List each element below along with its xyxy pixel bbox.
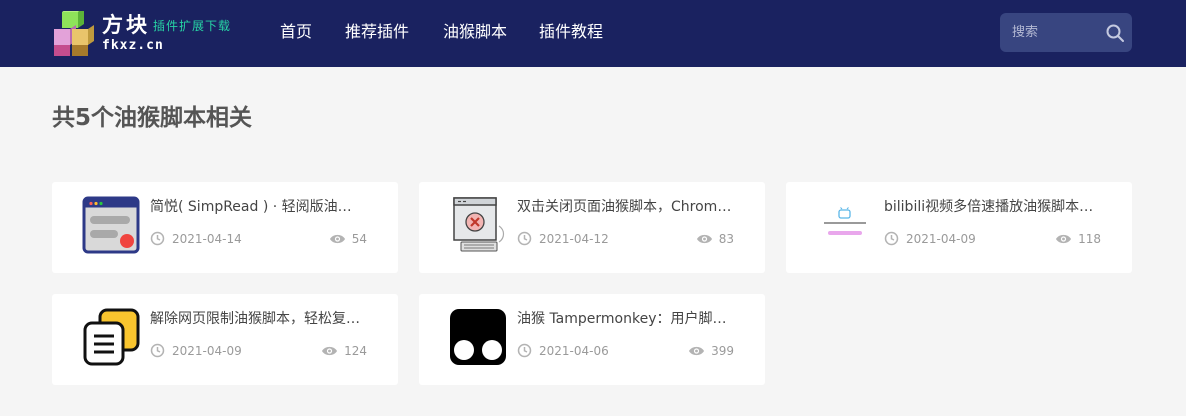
result-card[interactable]: 双击关闭页面油猴脚本，Chrome浏览器双击关闭标签页 2021-04-12 8…	[419, 182, 765, 273]
card-title[interactable]: 双击关闭页面油猴脚本，Chrome浏览器双击关闭标签页	[517, 197, 732, 217]
search-box	[1000, 13, 1132, 52]
eye-icon	[689, 346, 705, 356]
card-views: 118	[1055, 231, 1101, 247]
cube-logo-icon	[54, 11, 94, 56]
view-count: 54	[351, 232, 367, 246]
nav-item-plugin-tutorials[interactable]: 插件教程	[539, 20, 603, 44]
card-date: 2021-04-09	[906, 232, 976, 246]
result-card[interactable]: 简悦( SimpRead ) · 轻阅版油猴脚本 2021-04-14 54	[52, 182, 398, 273]
view-count: 118	[1078, 232, 1101, 246]
search-icon[interactable]	[1105, 23, 1125, 43]
result-card[interactable]: 解除网页限制油猴脚本，轻松复制网页文字 2021-04-09 124	[52, 294, 398, 385]
result-card[interactable]: bilibili视频多倍速播放油猴脚本，自定义倍速 2021-04-09 118	[786, 182, 1132, 273]
site-slogan: 插件扩展下载	[153, 19, 232, 33]
clock-icon	[150, 343, 165, 358]
card-views: 83	[696, 231, 734, 247]
site-brand: 方块	[102, 13, 150, 37]
search-input[interactable]	[1012, 22, 1092, 42]
view-count: 83	[718, 232, 734, 246]
card-date: 2021-04-12	[539, 232, 609, 246]
eye-icon	[696, 234, 712, 244]
card-views: 124	[321, 343, 367, 359]
top-header: 方块 插件扩展下载 fkxz.cn 首页 推荐插件 油猴脚本 插件教程	[0, 0, 1186, 67]
card-views: 399	[688, 343, 734, 359]
eye-icon	[1056, 234, 1072, 244]
card-date: 2021-04-14	[172, 232, 242, 246]
view-count: 399	[711, 344, 734, 358]
close-window-logo-icon	[453, 197, 505, 252]
card-title[interactable]: 简悦( SimpRead ) · 轻阅版油猴脚本	[150, 197, 365, 217]
unlock-copy-logo-icon	[83, 308, 140, 366]
clock-icon	[517, 343, 532, 358]
eye-icon	[322, 346, 338, 356]
card-date: 2021-04-06	[539, 344, 609, 358]
card-title[interactable]: 解除网页限制油猴脚本，轻松复制网页文字	[150, 309, 365, 329]
clock-icon	[517, 231, 532, 246]
simpread-logo-icon	[82, 196, 140, 254]
nav-item-home[interactable]: 首页	[280, 20, 312, 44]
eye-icon	[329, 234, 345, 244]
card-views: 54	[329, 231, 367, 247]
clock-icon	[150, 231, 165, 246]
result-card[interactable]: 油猴 Tampermonkey：用户脚本管理器 2021-04-06 399	[419, 294, 765, 385]
view-count: 124	[344, 344, 367, 358]
nav-item-userscripts[interactable]: 油猴脚本	[443, 20, 507, 44]
clock-icon	[884, 231, 899, 246]
site-domain: fkxz.cn	[102, 38, 164, 53]
nav-item-recommended-plugins[interactable]: 推荐插件	[345, 20, 409, 44]
card-date: 2021-04-09	[172, 344, 242, 358]
card-title[interactable]: bilibili视频多倍速播放油猴脚本，自定义倍速	[884, 197, 1099, 217]
bilibili-speed-logo-icon	[824, 207, 866, 235]
card-title[interactable]: 油猴 Tampermonkey：用户脚本管理器	[517, 309, 732, 329]
site-logo[interactable]: 方块 插件扩展下载 fkxz.cn	[52, 11, 252, 57]
tampermonkey-logo-icon	[450, 309, 506, 365]
results-heading: 共5个油猴脚本相关	[52, 105, 253, 131]
